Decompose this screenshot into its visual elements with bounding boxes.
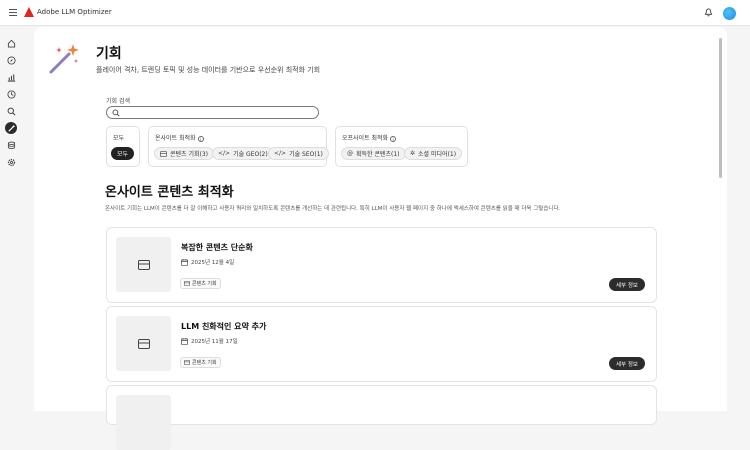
filter-chip-social[interactable]: ✲ 소셜 미디어(1) [404,147,463,160]
details-button[interactable]: 세부 정보 [609,278,645,291]
filter-chip-content[interactable]: 콘텐츠 기회(3) [154,147,215,160]
card-date: 2025년 11월 17일 [181,337,238,345]
top-bar: Adobe LLM Optimizer [0,0,750,26]
calendar-icon [181,337,188,345]
card-tag: 콘텐츠 기회 [180,278,221,289]
search-icon [112,109,120,117]
database-icon [7,141,15,149]
chip-label: 획득한 콘텐츠(1) [356,151,400,158]
filter-group-label-text: 온사이트 최적화 [155,135,196,142]
card-date-text: 2025년 12월 4일 [191,260,235,266]
filter-group-offsite: 오프사이트 최적화 i @ 획득한 콘텐츠(1) ✲ 소셜 미디어(1) [335,126,468,167]
chip-label: 기술 SEO(1) [289,151,323,158]
filter-group-label: 온사이트 최적화 i [155,133,204,142]
compass-icon [6,55,16,65]
info-icon[interactable]: i [390,136,397,142]
calendar-icon [181,258,188,266]
at-icon: @ [347,150,353,157]
chip-label: 기술 GEO(2) [233,151,268,158]
card-thumbnail [116,237,171,292]
sidebar-item-data[interactable] [5,139,17,151]
history-icon [6,89,16,99]
card-title[interactable]: 복잡한 콘텐츠 단순화 [181,242,253,253]
card-tag-text: 콘텐츠 기회 [192,281,217,287]
sidebar-item-opportunities[interactable] [5,122,17,134]
filter-group-label: 모두 [113,135,125,142]
filter-chip-seo[interactable]: </> 기술 SEO(1) [268,147,329,160]
section-description: 온사이트 기회는 LLM이 콘텐츠를 더 잘 이해하고 사용자 쿼리와 일치하도… [105,206,561,212]
search-label: 기회 검색 [106,98,130,105]
chip-label: 소셜 미디어(1) [418,151,457,158]
card-icon [160,150,167,157]
filter-group-onsite: 온사이트 최적화 i 콘텐츠 기회(3) </> 기술 GEO(2) </> 기술… [148,126,329,167]
app-title: Adobe LLM Optimizer [37,8,112,16]
card-icon [137,338,150,349]
sidebar-item-history[interactable] [5,88,17,100]
scrollbar[interactable] [719,38,722,178]
details-button[interactable]: 세부 정보 [609,357,645,370]
sidebar-item-home[interactable] [5,37,17,49]
card-date-text: 2025년 11월 17일 [191,339,238,345]
opportunity-card [106,385,657,450]
sidebar-item-compass[interactable] [5,54,17,66]
card-thumbnail [116,316,171,371]
info-icon[interactable]: i [197,136,204,142]
sidebar-item-chart[interactable] [5,71,17,83]
filter-chip-all[interactable]: 모두 [111,147,135,160]
social-icon: ✲ [410,150,416,157]
bell-icon[interactable] [704,8,713,17]
gear-icon [7,158,15,166]
card-tag: 콘텐츠 기회 [180,357,221,368]
card-title[interactable]: LLM 친화적인 요약 추가 [181,321,266,332]
chip-label: 모두 [117,151,129,158]
code-icon: </> [274,150,287,157]
code-icon: </> [218,150,231,157]
filter-group-label-text: 오프사이트 최적화 [342,135,389,142]
magic-wand-hero-icon [49,44,79,74]
sidebar-item-settings[interactable] [5,156,17,168]
menu-icon[interactable] [9,9,17,16]
search-icon [7,107,15,115]
home-icon [7,39,15,48]
card-thumbnail [116,395,171,450]
opportunity-card: LLM 친화적인 요약 추가 2025년 11월 17일 콘텐츠 기회 세부 정… [106,306,657,382]
page-title: 기회 [96,46,122,62]
filter-group-all: 모두 모두 [106,126,140,167]
section-title: 온사이트 콘텐츠 최적화 [105,185,234,200]
avatar[interactable] [723,7,736,20]
filter-chip-geo[interactable]: </> 기술 GEO(2) [212,147,274,160]
card-tag-text: 콘텐츠 기회 [192,360,217,366]
search-input[interactable] [106,106,319,119]
opportunity-card: 복잡한 콘텐츠 단순화 2025년 12월 4일 콘텐츠 기회 세부 정보 [106,227,657,303]
adobe-logo-icon [24,7,34,17]
card-date: 2025년 12월 4일 [181,258,234,266]
card-icon [184,281,190,286]
bar-chart-icon [7,73,15,82]
filter-chip-earned[interactable]: @ 획득한 콘텐츠(1) [341,147,406,160]
filter-group-label: 오프사이트 최적화 i [342,133,397,142]
card-icon [184,360,190,365]
sidebar [0,26,22,411]
chip-label: 콘텐츠 기회(3) [170,151,209,158]
page-subtitle: 플레이어 격차, 트렌딩 토픽 및 성능 데이터를 기반으로 우선순위 최적화 … [96,66,321,74]
sidebar-item-search[interactable] [5,105,17,117]
magic-wand-icon [7,124,15,132]
card-icon [137,259,150,270]
